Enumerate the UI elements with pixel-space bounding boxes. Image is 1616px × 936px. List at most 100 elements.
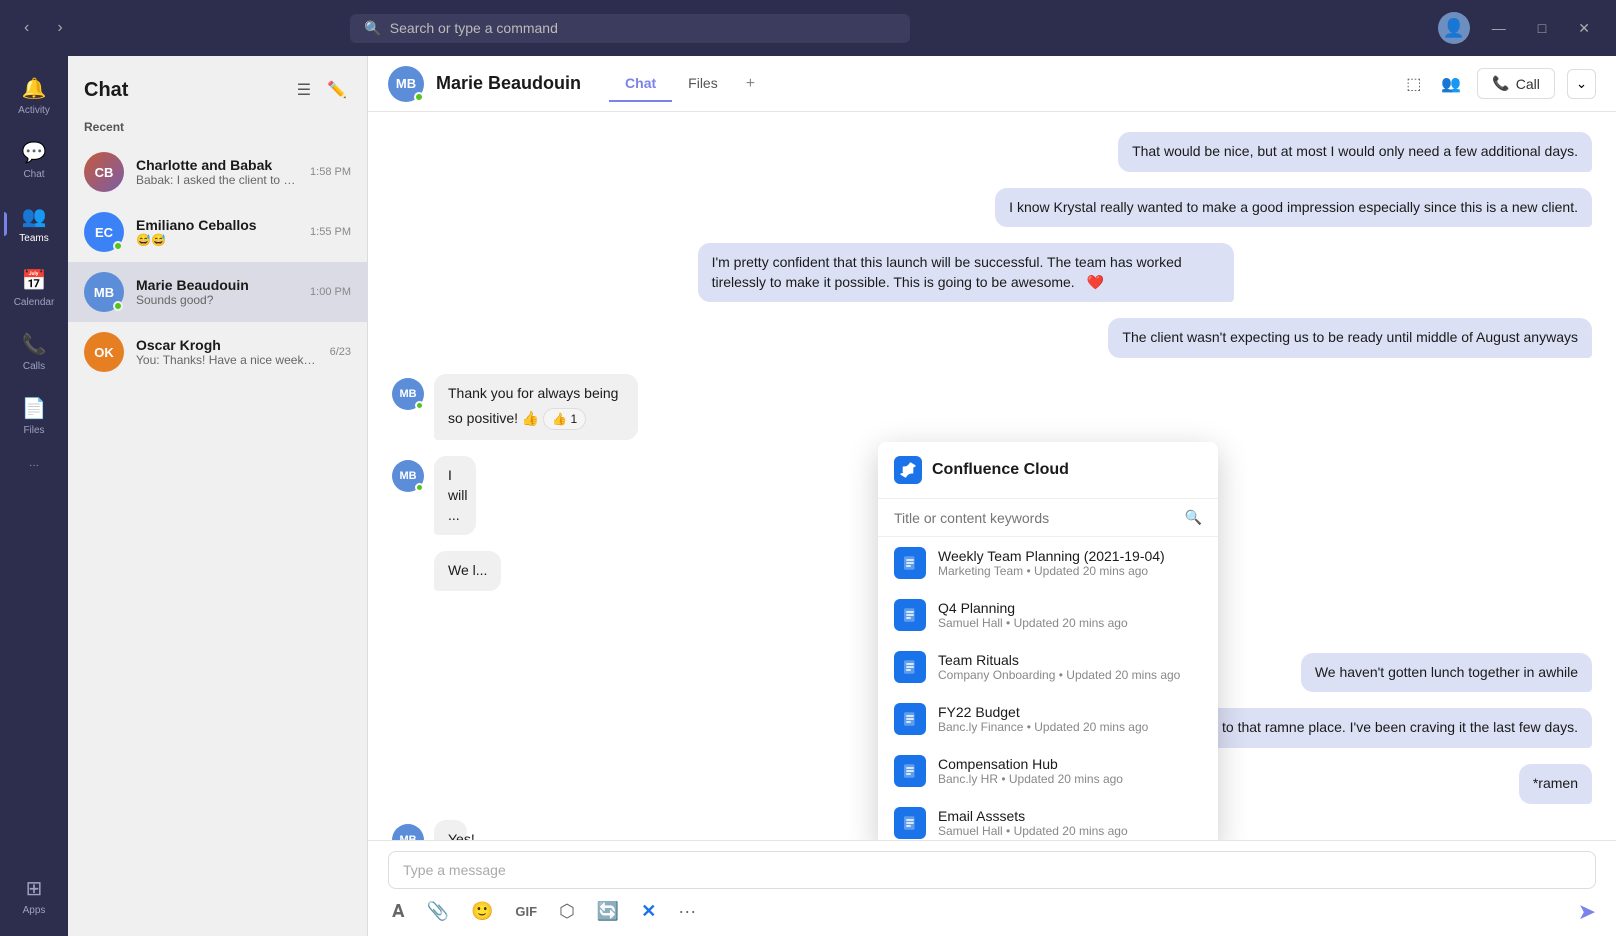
gif-tool[interactable]: GIF bbox=[511, 900, 541, 923]
chat-icon: 💬 bbox=[22, 140, 47, 165]
chat-preview: Babak: I asked the client to send her fe… bbox=[136, 173, 298, 187]
more-label: ··· bbox=[29, 460, 39, 471]
item-name: Weekly Team Planning (2021-19-04) bbox=[938, 548, 1202, 564]
confluence-item-info: Weekly Team Planning (2021-19-04) Market… bbox=[938, 548, 1202, 578]
calendar-icon: 📅 bbox=[22, 268, 47, 293]
tab-files[interactable]: Files bbox=[672, 67, 734, 102]
item-name: Q4 Planning bbox=[938, 600, 1202, 616]
chat-item-marie[interactable]: MB Marie Beaudouin Sounds good? 1:00 PM bbox=[68, 262, 367, 322]
sidebar-label-files: Files bbox=[23, 425, 44, 436]
confluence-tool[interactable]: ✕ bbox=[637, 897, 660, 926]
filter-button[interactable]: ☰ bbox=[293, 76, 315, 104]
contact-online-dot bbox=[414, 92, 424, 102]
message-row: I'm pretty confident that this launch wi… bbox=[392, 243, 1592, 302]
confluence-popup: Confluence Cloud 🔍 Weekly Team Planning … bbox=[878, 442, 1218, 840]
add-tab-button[interactable]: + bbox=[734, 67, 767, 101]
chat-list-header: Chat ☰ ✏️ bbox=[68, 56, 367, 116]
title-bar: ‹ › 🔍 Search or type a command 👤 — □ ✕ bbox=[0, 0, 1616, 56]
sidebar-item-teams[interactable]: 👥 Teams bbox=[4, 194, 64, 254]
sticker-tool[interactable]: ⬡ bbox=[555, 897, 579, 926]
message-bubble: I know Krystal really wanted to make a g… bbox=[995, 188, 1592, 228]
reaction-badge[interactable]: 👍 1 bbox=[543, 408, 586, 431]
chat-list-panel: Chat ☰ ✏️ Recent CB Charlotte and Babak … bbox=[68, 56, 368, 936]
avatar-charlotte-babak: CB bbox=[84, 152, 124, 192]
confluence-item-2[interactable]: Q4 Planning Samuel Hall • Updated 20 min… bbox=[878, 589, 1218, 641]
call-button[interactable]: 📞 Call bbox=[1477, 68, 1555, 99]
message-bubble: That would be nice, but at most I would … bbox=[1118, 132, 1592, 172]
chat-name: Charlotte and Babak bbox=[136, 157, 298, 173]
message-content: I will ... bbox=[434, 456, 505, 535]
sidebar-item-calls[interactable]: 📞 Calls bbox=[4, 322, 64, 382]
confluence-item-5[interactable]: Compensation Hub Banc.ly HR • Updated 20… bbox=[878, 745, 1218, 797]
search-bar[interactable]: 🔍 Search or type a command bbox=[350, 14, 910, 43]
message-text: We haven't gotten lunch together in awhi… bbox=[1315, 664, 1578, 680]
chat-main: MB Marie Beaudouin Chat Files + ⬚ 👥 📞 Ca… bbox=[368, 56, 1616, 936]
message-avatar: MB bbox=[392, 460, 424, 492]
avatar-text: CB bbox=[95, 165, 114, 180]
confluence-item-6[interactable]: Email Asssets Samuel Hall • Updated 20 m… bbox=[878, 797, 1218, 840]
doc-icon bbox=[894, 703, 926, 735]
chat-info-charlotte-babak: Charlotte and Babak Babak: I asked the c… bbox=[136, 157, 298, 187]
call-label: Call bbox=[1516, 76, 1540, 92]
chat-item-charlotte-babak[interactable]: CB Charlotte and Babak Babak: I asked th… bbox=[68, 142, 367, 202]
format-tool[interactable]: 𝐀 bbox=[388, 897, 409, 926]
sidebar-label-calendar: Calendar bbox=[14, 297, 55, 308]
avatar-emiliano: EC bbox=[84, 212, 124, 252]
sidebar-item-files[interactable]: 📄 Files bbox=[4, 386, 64, 446]
sidebar-item-calendar[interactable]: 📅 Calendar bbox=[4, 258, 64, 318]
chat-preview: Sounds good? bbox=[136, 293, 298, 307]
tab-chat[interactable]: Chat bbox=[609, 67, 672, 102]
people-button[interactable]: 👥 bbox=[1437, 70, 1465, 98]
message-text: We l... bbox=[448, 562, 487, 578]
chat-name: Oscar Krogh bbox=[136, 337, 318, 353]
sidebar-item-chat[interactable]: 💬 Chat bbox=[4, 130, 64, 190]
confluence-item-4[interactable]: FY22 Budget Banc.ly Finance • Updated 20… bbox=[878, 693, 1218, 745]
item-name: Team Rituals bbox=[938, 652, 1202, 668]
attach-tool[interactable]: 📎 bbox=[423, 897, 453, 926]
nav-buttons: ‹ › bbox=[16, 15, 71, 41]
message-bubble: I will ... bbox=[434, 456, 476, 535]
chat-item-emiliano[interactable]: EC Emiliano Ceballos 😅😅 1:55 PM bbox=[68, 202, 367, 262]
confluence-item-1[interactable]: Weekly Team Planning (2021-19-04) Market… bbox=[878, 537, 1218, 589]
sidebar-item-more[interactable]: ··· bbox=[4, 450, 64, 481]
user-avatar[interactable]: 👤 bbox=[1438, 12, 1470, 44]
doc-icon bbox=[894, 651, 926, 683]
message-text: *ramen bbox=[1533, 775, 1578, 791]
item-name: Email Asssets bbox=[938, 808, 1202, 824]
loop-tool[interactable]: 🔄 bbox=[593, 897, 623, 926]
close-button[interactable]: ✕ bbox=[1568, 16, 1600, 41]
maximize-button[interactable]: □ bbox=[1528, 16, 1556, 40]
new-chat-button[interactable]: ✏️ bbox=[323, 76, 351, 104]
chat-preview: You: Thanks! Have a nice weekend bbox=[136, 353, 318, 367]
message-row: I know Krystal really wanted to make a g… bbox=[392, 188, 1592, 228]
doc-icon bbox=[894, 547, 926, 579]
sidebar-item-activity[interactable]: 🔔 Activity bbox=[4, 66, 64, 126]
nav-forward-button[interactable]: › bbox=[49, 15, 70, 41]
confluence-search[interactable]: 🔍 bbox=[878, 499, 1218, 537]
confluence-search-input[interactable] bbox=[894, 510, 1177, 526]
chat-item-oscar[interactable]: OK Oscar Krogh You: Thanks! Have a nice … bbox=[68, 322, 367, 382]
confluence-item-info: Compensation Hub Banc.ly HR • Updated 20… bbox=[938, 756, 1202, 786]
message-bubble: I'm pretty confident that this launch wi… bbox=[698, 243, 1235, 302]
search-placeholder: Search or type a command bbox=[390, 20, 897, 36]
popout-button[interactable]: ⬚ bbox=[1402, 70, 1425, 98]
confluence-item-info: Team Rituals Company Onboarding • Update… bbox=[938, 652, 1202, 682]
message-content: Thank you for always being so positive! … bbox=[434, 374, 775, 440]
emoji-tool[interactable]: 🙂 bbox=[467, 897, 497, 926]
sidebar-item-apps[interactable]: ⊞ Apps bbox=[4, 866, 64, 926]
message-content: Yes! I'll m... Sou... bbox=[434, 820, 489, 840]
compose-box[interactable]: Type a message bbox=[388, 851, 1596, 889]
contact-name: Marie Beaudouin bbox=[436, 73, 581, 94]
chat-name: Emiliano Ceballos bbox=[136, 217, 298, 233]
avatar-marie: MB bbox=[84, 272, 124, 312]
message-bubble: We l... bbox=[434, 551, 501, 591]
message-bubble: Yes! bbox=[434, 820, 467, 840]
nav-back-button[interactable]: ‹ bbox=[16, 15, 37, 41]
send-button[interactable]: ➤ bbox=[1578, 899, 1596, 925]
minimize-button[interactable]: — bbox=[1482, 16, 1516, 40]
item-meta: Banc.ly Finance • Updated 20 mins ago bbox=[938, 720, 1202, 734]
more-tool[interactable]: ··· bbox=[674, 897, 700, 926]
more-options-button[interactable]: ⌄ bbox=[1567, 69, 1596, 99]
confluence-item-3[interactable]: Team Rituals Company Onboarding • Update… bbox=[878, 641, 1218, 693]
chat-list-title: Chat bbox=[84, 79, 128, 102]
